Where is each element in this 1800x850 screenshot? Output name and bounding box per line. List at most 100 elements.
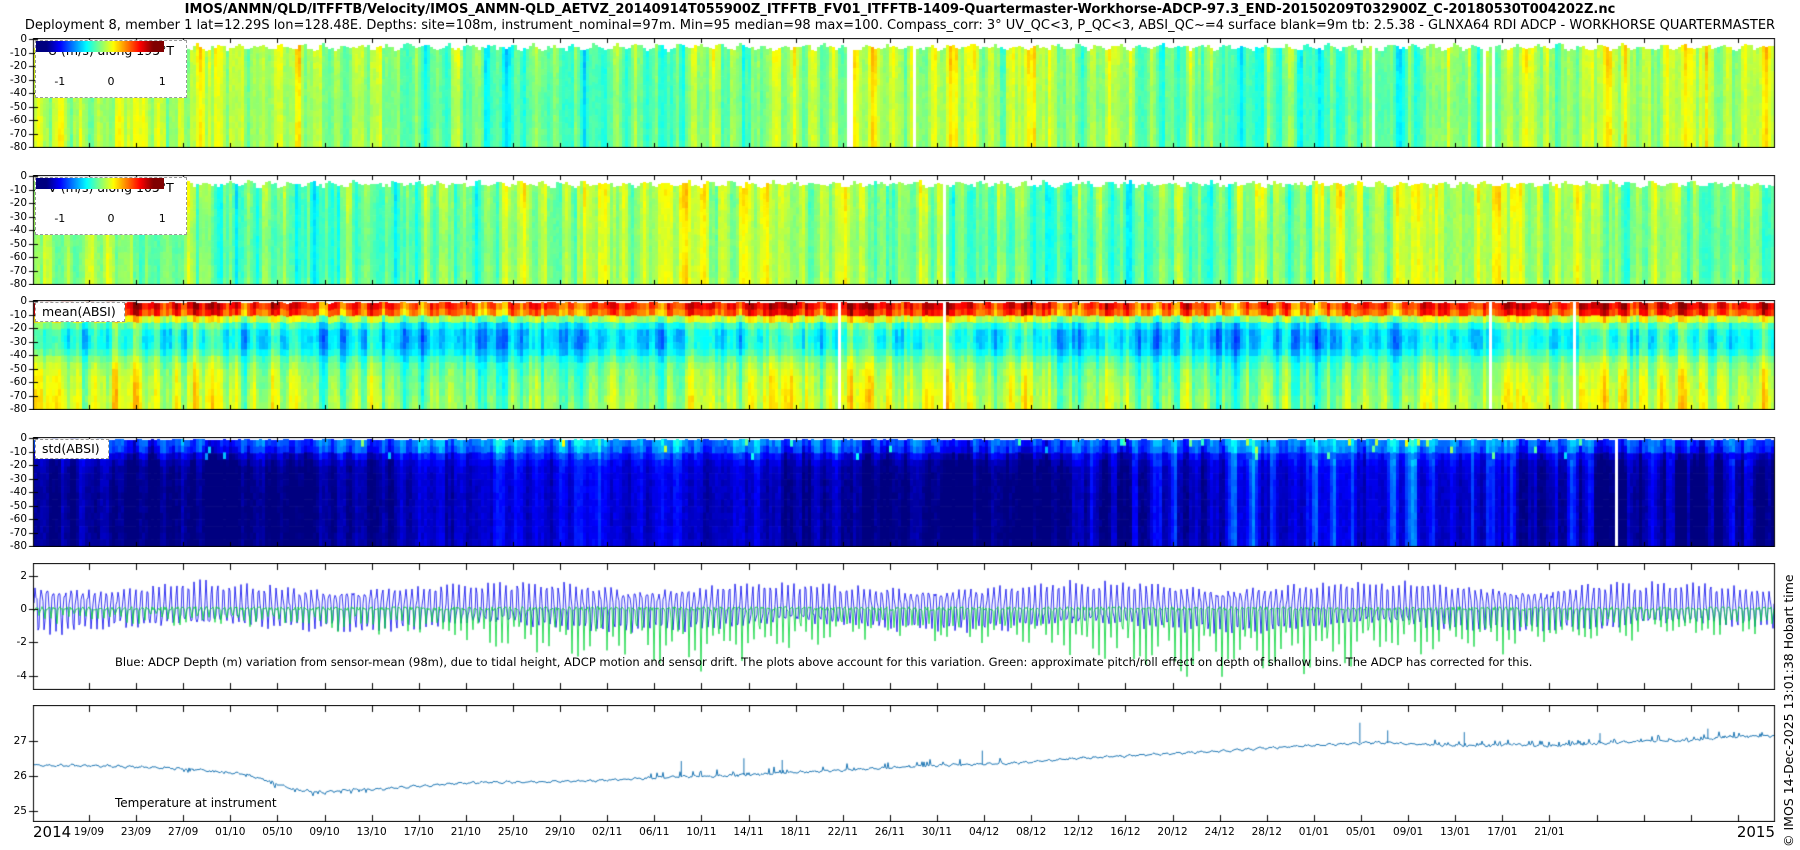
xtick-label-16/12: 16/12 — [1101, 826, 1149, 838]
depth_variation-ytick-label--2: -2 — [0, 636, 27, 648]
mean_absi-ytick-label--60: -60 — [0, 376, 27, 388]
mean_absi-ytick-label-0: 0 — [0, 295, 27, 307]
panel-mean_absi: mean(ABSI) — [27, 300, 1781, 410]
xtick-label-12/12: 12/12 — [1054, 826, 1102, 838]
panel-v_velocity: V (m/s) along 105°T-101 — [27, 175, 1781, 285]
mean_absi-ytick-label--10: -10 — [0, 309, 27, 321]
xtick-label-21/01: 21/01 — [1525, 826, 1573, 838]
depth_variation-annotation: Blue: ADCP Depth (m) variation from sens… — [115, 655, 1532, 669]
xtick-label-08/12: 08/12 — [1007, 826, 1055, 838]
xtick-label-20/12: 20/12 — [1149, 826, 1197, 838]
u_velocity-ytick-label--40: -40 — [0, 87, 27, 99]
panel-u_velocity: U (m/s) along 195°T-101 — [27, 38, 1781, 148]
u_velocity-plot-canvas — [27, 38, 1781, 148]
xtick-label-09/01: 09/01 — [1384, 826, 1432, 838]
figure: IMOS/ANMN/QLD/ITFFTB/Velocity/IMOS_ANMN-… — [0, 0, 1800, 850]
mean_absi-plot-canvas — [27, 300, 1781, 410]
xtick-label-06/11: 06/11 — [630, 826, 678, 838]
v_velocity-plot-canvas — [27, 175, 1781, 285]
xtick-label-23/09: 23/09 — [112, 826, 160, 838]
std_absi-ytick-label--50: -50 — [0, 500, 27, 512]
v_velocity-ytick-label--70: -70 — [0, 265, 27, 277]
xtick-label-27/09: 27/09 — [159, 826, 207, 838]
temperature-ytick-label-27: 27 — [0, 735, 27, 747]
v_velocity-ytick-label-0: 0 — [0, 170, 27, 182]
xtick-label-25/10: 25/10 — [489, 826, 537, 838]
xaxis-year-end: 2015 — [1733, 823, 1775, 841]
xtick-label-30/11: 30/11 — [913, 826, 961, 838]
panels-area: U (m/s) along 195°T-101V (m/s) along 105… — [0, 0, 1800, 850]
mean_absi-ytick-label--20: -20 — [0, 322, 27, 334]
v_velocity-colorbar-tick-1: 1 — [153, 212, 171, 225]
panel-temperature: Temperature at instrument — [27, 705, 1781, 822]
std_absi-ytick-label--80: -80 — [0, 540, 27, 552]
xaxis-year-start: 2014 — [33, 823, 71, 841]
depth_variation-ytick-label--4: -4 — [0, 670, 27, 682]
u_velocity-ytick-label--50: -50 — [0, 101, 27, 113]
xtick-label-24/12: 24/12 — [1196, 826, 1244, 838]
u_velocity-colorbar-tick-0: 0 — [102, 75, 120, 88]
std_absi-ytick-label--30: -30 — [0, 473, 27, 485]
panel-std_absi: std(ABSI) — [27, 437, 1781, 547]
xtick-label-19/09: 19/09 — [65, 826, 113, 838]
mean_absi-ytick-label--30: -30 — [0, 336, 27, 348]
u_velocity-ytick-label--10: -10 — [0, 47, 27, 59]
xtick-label-17/01: 17/01 — [1478, 826, 1526, 838]
xtick-label-05/01: 05/01 — [1337, 826, 1385, 838]
std_absi-ytick-label--70: -70 — [0, 527, 27, 539]
std_absi-ytick-label-0: 0 — [0, 432, 27, 444]
xtick-label-05/10: 05/10 — [253, 826, 301, 838]
xtick-label-02/11: 02/11 — [583, 826, 631, 838]
v_velocity-ytick-label--40: -40 — [0, 224, 27, 236]
u_velocity-ytick-label--60: -60 — [0, 114, 27, 126]
mean_absi-ytick-label--70: -70 — [0, 390, 27, 402]
std_absi-ytick-label--60: -60 — [0, 513, 27, 525]
xtick-label-01/01: 01/01 — [1290, 826, 1338, 838]
depth_variation-ytick-label-2: 2 — [0, 570, 27, 582]
temperature-plot-canvas — [27, 705, 1781, 822]
xtick-label-22/11: 22/11 — [819, 826, 867, 838]
depth_variation-plot-canvas — [27, 563, 1781, 690]
mean_absi-ytick-label--40: -40 — [0, 349, 27, 361]
v_velocity-ytick-label--60: -60 — [0, 251, 27, 263]
v_velocity-colorbar-tick--1: -1 — [51, 212, 69, 225]
std_absi-label: std(ABSI) — [35, 439, 109, 459]
v_velocity-ytick-label--10: -10 — [0, 184, 27, 196]
u_velocity-ytick-label--20: -20 — [0, 60, 27, 72]
std_absi-ytick-label--40: -40 — [0, 486, 27, 498]
xtick-label-10/11: 10/11 — [677, 826, 725, 838]
xtick-label-13/01: 13/01 — [1431, 826, 1479, 838]
v_velocity-colorbar-gradient — [36, 178, 164, 189]
mean_absi-ytick-label--50: -50 — [0, 363, 27, 375]
xtick-label-09/10: 09/10 — [301, 826, 349, 838]
mean_absi-label: mean(ABSI) — [35, 302, 125, 322]
xtick-label-04/12: 04/12 — [960, 826, 1008, 838]
xtick-label-17/10: 17/10 — [395, 826, 443, 838]
v_velocity-ytick-label--50: -50 — [0, 238, 27, 250]
temperature-ytick-label-26: 26 — [0, 770, 27, 782]
temperature-ytick-label-25: 25 — [0, 805, 27, 817]
xtick-label-13/10: 13/10 — [348, 826, 396, 838]
panel-depth_variation: Blue: ADCP Depth (m) variation from sens… — [27, 563, 1781, 690]
xtick-label-28/12: 28/12 — [1243, 826, 1291, 838]
u_velocity-ytick-label--70: -70 — [0, 128, 27, 140]
u_velocity-colorbar-gradient — [36, 41, 164, 52]
u_velocity-ytick-label--30: -30 — [0, 74, 27, 86]
u_velocity-ytick-label--80: -80 — [0, 141, 27, 153]
u_velocity-ytick-label-0: 0 — [0, 33, 27, 45]
xtick-label-26/11: 26/11 — [866, 826, 914, 838]
std_absi-ytick-label--20: -20 — [0, 459, 27, 471]
std_absi-ytick-label--10: -10 — [0, 446, 27, 458]
depth_variation-ytick-label-0: 0 — [0, 603, 27, 615]
temperature-label: Temperature at instrument — [115, 796, 277, 810]
copyright-watermark: © IMOS 14-Dec-2025 13:01:38 Hobart time — [1781, 574, 1796, 847]
mean_absi-ytick-label--80: -80 — [0, 403, 27, 415]
v_velocity-ytick-label--30: -30 — [0, 211, 27, 223]
xtick-label-29/10: 29/10 — [536, 826, 584, 838]
u_velocity-colorbar-tick--1: -1 — [51, 75, 69, 88]
xtick-label-01/10: 01/10 — [206, 826, 254, 838]
v_velocity-ytick-label--20: -20 — [0, 197, 27, 209]
xtick-label-14/11: 14/11 — [725, 826, 773, 838]
xtick-label-21/10: 21/10 — [442, 826, 490, 838]
v_velocity-colorbar-tick-0: 0 — [102, 212, 120, 225]
